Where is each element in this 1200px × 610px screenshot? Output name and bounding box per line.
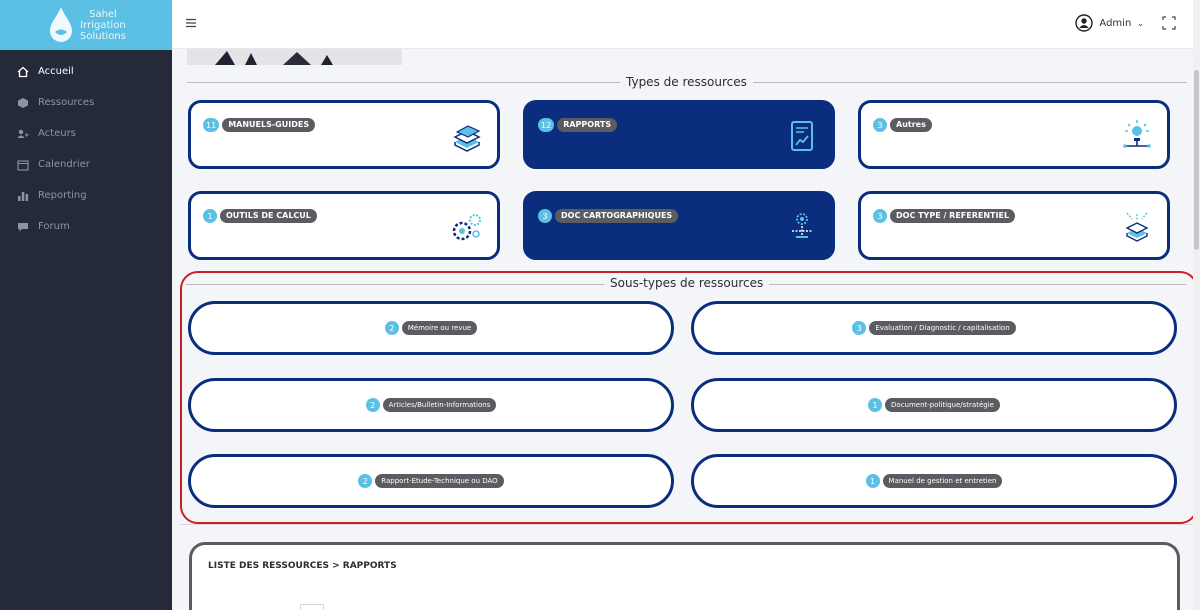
types-section-title: Types de ressources: [620, 75, 753, 89]
type-badge: 3 DOC TYPE / REFERENTIEL: [873, 209, 1016, 223]
section-separator: [180, 524, 1198, 525]
subtype-count: 2: [365, 398, 380, 412]
bulb-network-icon: [1123, 120, 1151, 148]
list-breadcrumb-title: LISTE DES RESSOURCES > RAPPORTS: [208, 561, 397, 571]
sidebar-item-label: Ressources: [38, 97, 95, 108]
type-count: 3: [873, 118, 887, 132]
water-drop-logo-icon: [50, 7, 72, 42]
report-chart-icon: [791, 121, 813, 151]
resource-list-panel: LISTE DES RESSOURCES > RAPPORTS: [189, 542, 1180, 610]
list-page-size-select[interactable]: [300, 604, 324, 610]
sidebar-nav: Accueil Ressources Acteurs Calendrier Re…: [0, 56, 172, 242]
brand-name: Sahel Irrigation Solutions: [80, 9, 126, 42]
user-name: Admin: [1099, 17, 1132, 29]
subtype-count: 1: [868, 398, 883, 412]
hamburger-menu-icon[interactable]: [184, 16, 198, 30]
subtype-card-rapport-etude[interactable]: 2 Rapport-Etude-Technique ou DAO: [188, 454, 674, 508]
brand-line-3: Solutions: [80, 30, 126, 42]
type-badge: 11 MANUELS-GUIDES: [203, 118, 316, 132]
type-card-doc-type-referentiel[interactable]: 3 DOC TYPE / REFERENTIEL: [858, 191, 1170, 260]
subtype-card-memoire-ou-revue[interactable]: 2 Mémoire ou revue: [188, 301, 674, 355]
type-label: MANUELS-GUIDES: [222, 118, 316, 132]
calendar-icon: [17, 159, 29, 171]
subtype-count: 3: [852, 321, 867, 335]
chat-icon: [17, 221, 29, 233]
stack-network-icon: [1125, 212, 1149, 242]
sidebar-item-label: Reporting: [38, 190, 87, 201]
sidebar-item-forum[interactable]: Forum: [0, 211, 172, 242]
sidebar-item-label: Acteurs: [38, 128, 76, 139]
subtype-card-document-politique[interactable]: 1 Document-politique/stratégie: [691, 378, 1177, 432]
users-icon: [17, 128, 29, 140]
chevron-down-icon: ⌄: [1137, 18, 1144, 28]
type-card-doc-cartographiques[interactable]: 3 DOC CARTOGRAPHIQUES: [523, 191, 835, 260]
sidebar-item-acteurs[interactable]: Acteurs: [0, 118, 172, 149]
type-card-autres[interactable]: 3 Autres: [858, 100, 1170, 169]
subtype-card-articles-bulletin[interactable]: 2 Articles/Bulletin-Informations: [188, 378, 674, 432]
type-badge: 3 DOC CARTOGRAPHIQUES: [538, 209, 679, 223]
sidebar-item-ressources[interactable]: Ressources: [0, 87, 172, 118]
brand-line-1: Sahel: [89, 8, 117, 20]
main-content: Types de ressources 11 MANUELS-GUIDES 12…: [172, 49, 1200, 610]
type-badge: 3 Autres: [873, 118, 932, 132]
type-label: DOC CARTOGRAPHIQUES: [555, 209, 679, 223]
subtype-label: Document-politique/stratégie: [885, 398, 1000, 412]
type-card-rapports[interactable]: 12 RAPPORTS: [523, 100, 835, 169]
sidebar-item-label: Accueil: [38, 66, 74, 77]
books-icon: [453, 125, 481, 152]
scrollbar-thumb[interactable]: [1194, 70, 1199, 250]
subtype-card-manuel-gestion[interactable]: 1 Manuel de gestion et entretien: [691, 454, 1177, 508]
subtype-card-evaluation[interactable]: 3 Evaluation / Diagnostic / capitalisati…: [691, 301, 1177, 355]
subtype-label: Mémoire ou revue: [401, 321, 478, 335]
subtypes-section-title: Sous-types de ressources: [604, 276, 770, 290]
type-label: DOC TYPE / REFERENTIEL: [890, 209, 1016, 223]
subtype-label: Articles/Bulletin-Informations: [382, 398, 497, 412]
type-count: 3: [873, 209, 887, 223]
sidebar-item-label: Forum: [38, 221, 70, 232]
sidebar-item-accueil[interactable]: Accueil: [0, 56, 172, 87]
subtype-count: 2: [384, 321, 399, 335]
type-label: OUTILS DE CALCUL: [220, 209, 317, 223]
banner-image: [187, 49, 402, 65]
sidebar-item-calendrier[interactable]: Calendrier: [0, 149, 172, 180]
cube-icon: [17, 97, 29, 109]
brand-header[interactable]: Sahel Irrigation Solutions: [0, 0, 172, 50]
type-card-outils-de-calcul[interactable]: 1 OUTILS DE CALCUL: [188, 191, 500, 260]
fullscreen-icon[interactable]: [1162, 16, 1176, 30]
type-count: 11: [203, 118, 220, 132]
bar-chart-icon: [17, 190, 29, 202]
type-label: Autres: [890, 118, 932, 132]
sidebar: Sahel Irrigation Solutions Accueil Resso…: [0, 0, 172, 610]
brand-line-2: Irrigation: [80, 19, 126, 31]
subtype-count: 2: [358, 474, 373, 488]
type-count: 3: [538, 209, 552, 223]
type-badge: 12 RAPPORTS: [538, 118, 618, 132]
type-count: 12: [538, 118, 555, 132]
home-icon: [17, 66, 29, 78]
user-avatar-icon: [1075, 14, 1094, 32]
subtype-label: Manuel de gestion et entretien: [882, 474, 1003, 488]
sidebar-item-label: Calendrier: [38, 159, 90, 170]
type-count: 1: [203, 209, 217, 223]
type-label: RAPPORTS: [557, 118, 618, 132]
gears-icon: [452, 214, 481, 241]
type-badge: 1 OUTILS DE CALCUL: [203, 209, 317, 223]
subtype-label: Evaluation / Diagnostic / capitalisation: [869, 321, 1016, 335]
user-menu[interactable]: Admin ⌄: [1075, 14, 1144, 32]
map-network-icon: [792, 213, 812, 238]
page-scrollbar[interactable]: [1193, 0, 1200, 610]
subtype-count: 1: [865, 474, 880, 488]
sidebar-item-reporting[interactable]: Reporting: [0, 180, 172, 211]
subtype-label: Rapport-Etude-Technique ou DAO: [375, 474, 504, 488]
topbar: Admin ⌄: [172, 0, 1200, 49]
type-card-manuels-guides[interactable]: 11 MANUELS-GUIDES: [188, 100, 500, 169]
